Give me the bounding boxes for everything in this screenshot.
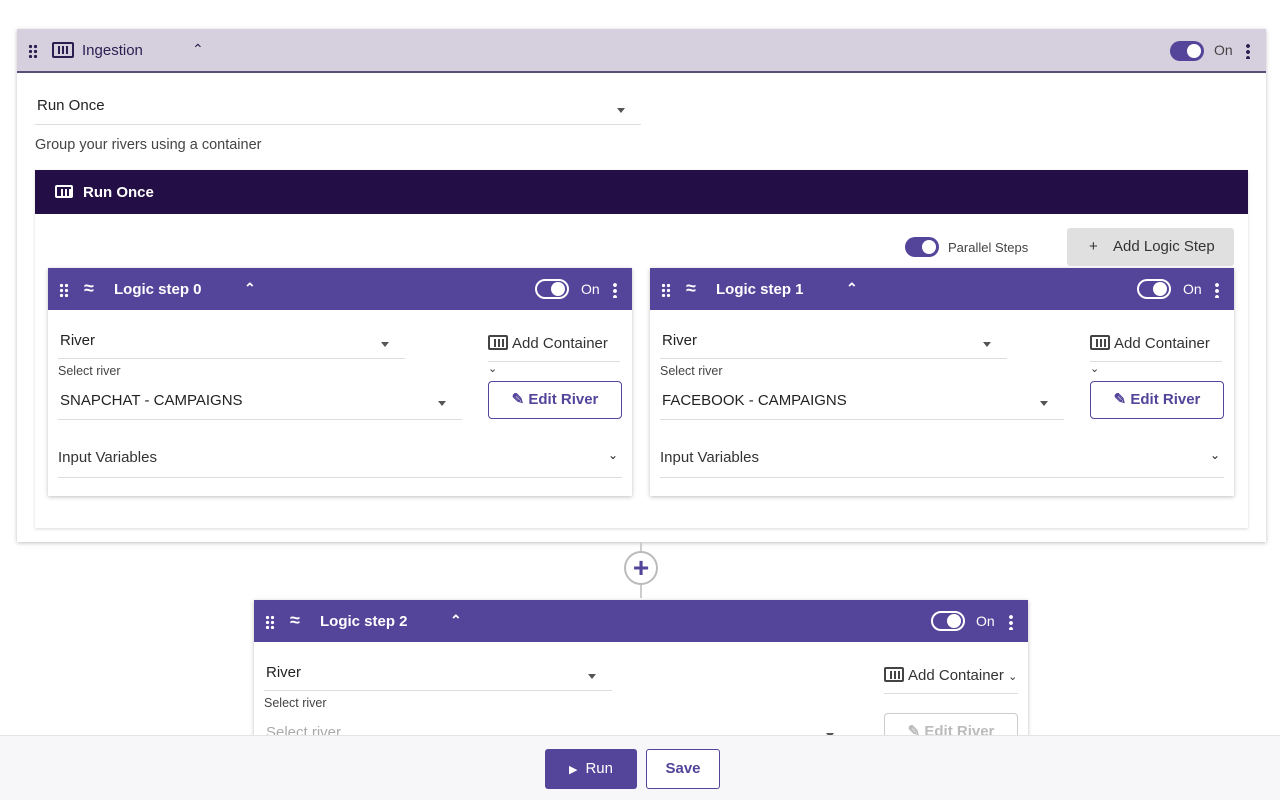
caret-down-icon	[1040, 401, 1048, 406]
step-type-value: River	[266, 664, 302, 681]
ingestion-header: Ingestion ⌃ On	[17, 29, 1266, 73]
pencil-icon: ✎	[511, 391, 525, 408]
add-step-plus-button[interactable]: +	[624, 551, 658, 585]
step-type-select[interactable]: River	[58, 325, 405, 359]
edit-river-button[interactable]: ✎ Edit River	[1090, 381, 1224, 419]
waves-icon: ≈	[84, 278, 94, 298]
more-menu-icon[interactable]	[613, 282, 617, 298]
input-variables-label: Input Variables	[660, 449, 759, 466]
caret-down-icon	[381, 341, 389, 347]
schedule-value: Run Once	[37, 97, 105, 114]
toggle-label: On	[581, 281, 600, 297]
caret-down-icon	[438, 401, 446, 406]
add-logic-step-button[interactable]: + Add Logic Step	[1067, 228, 1234, 266]
logic-step-header: ≈ Logic step 2 ⌃ On	[254, 600, 1028, 642]
more-menu-icon[interactable]	[1009, 614, 1013, 630]
container-icon	[52, 42, 74, 58]
collapse-chevron-icon[interactable]: ⌃	[192, 41, 204, 58]
toggle-label: On	[1214, 42, 1233, 58]
logic-step-title: Logic step 2	[320, 613, 408, 630]
select-river-label: Select river	[264, 696, 327, 710]
chevron-down-icon: ⌄	[1008, 671, 1018, 683]
container-hint: Group your rivers using a container	[35, 137, 262, 153]
add-container-dropdown[interactable]: Add Container ⌄	[1090, 332, 1222, 375]
river-value: SNAPCHAT - CAMPAIGNS	[60, 392, 243, 409]
input-variables-expander[interactable]: Input Variables ⌄	[660, 440, 1224, 478]
edit-river-button[interactable]: ✎ Edit River	[488, 381, 622, 419]
chevron-down-icon: ⌄	[1090, 363, 1100, 375]
add-container-dropdown[interactable]: Add Container ⌄	[884, 664, 1018, 694]
step-type-select[interactable]: River	[264, 657, 612, 691]
container-title: Run Once	[83, 184, 154, 201]
caret-down-icon	[588, 673, 596, 679]
logic-step-card: ≈ Logic step 1 ⌃ On River Add Container …	[650, 268, 1234, 496]
input-variables-label: Input Variables	[58, 449, 157, 466]
waves-icon: ≈	[290, 610, 300, 630]
step-type-value: River	[662, 332, 698, 349]
logic-step-title: Logic step 0	[114, 281, 202, 298]
footer-bar: ▶ Run Save	[0, 735, 1280, 800]
container-icon	[1090, 335, 1110, 350]
collapse-chevron-icon[interactable]: ⌃	[846, 280, 858, 297]
run-button[interactable]: ▶ Run	[545, 749, 637, 789]
add-container-label: Add Container	[1114, 335, 1210, 352]
drag-handle-icon[interactable]	[265, 615, 275, 629]
river-select[interactable]: SNAPCHAT - CAMPAIGNS	[58, 383, 462, 420]
chevron-down-icon: ⌄	[607, 448, 618, 462]
container-icon	[884, 667, 904, 682]
more-menu-icon[interactable]	[1246, 43, 1250, 59]
chevron-down-icon: ⌄	[488, 363, 498, 375]
caret-down-icon	[983, 341, 991, 347]
chevron-down-icon: ⌄	[1209, 448, 1220, 462]
logic-step-title: Logic step 1	[716, 281, 804, 298]
container-icon	[488, 335, 508, 350]
step-toggle[interactable]	[931, 611, 965, 631]
container-header: Run Once	[35, 170, 1248, 214]
step-type-value: River	[60, 332, 96, 349]
ingestion-toggle[interactable]	[1170, 41, 1204, 61]
add-container-label: Add Container	[512, 335, 608, 352]
select-river-label: Select river	[58, 364, 121, 378]
step-toggle[interactable]	[1137, 279, 1171, 299]
parallel-steps-toggle[interactable]	[905, 237, 939, 257]
play-icon: ▶	[569, 764, 578, 776]
select-river-label: Select river	[660, 364, 723, 378]
logic-step-header: ≈ Logic step 0 ⌃ On	[48, 268, 632, 310]
collapse-chevron-icon[interactable]: ⌃	[450, 612, 462, 629]
river-select[interactable]: FACEBOOK - CAMPAIGNS	[660, 383, 1064, 420]
parallel-steps-label: Parallel Steps	[948, 240, 1029, 255]
toggle-label: On	[1183, 281, 1202, 297]
collapse-chevron-icon[interactable]: ⌃	[244, 280, 256, 297]
drag-handle-icon[interactable]	[661, 283, 671, 297]
edit-river-label: Edit River	[528, 391, 599, 408]
run-label: Run	[585, 760, 613, 777]
add-container-label: Add Container	[908, 667, 1004, 684]
toggle-label: On	[976, 613, 995, 629]
logic-step-card: ≈ Logic step 0 ⌃ On River Add Container …	[48, 268, 632, 496]
save-button[interactable]: Save	[646, 749, 720, 789]
ingestion-title: Ingestion	[82, 42, 143, 59]
river-value: FACEBOOK - CAMPAIGNS	[662, 392, 847, 409]
more-menu-icon[interactable]	[1215, 282, 1219, 298]
input-variables-expander[interactable]: Input Variables ⌄	[58, 440, 622, 478]
step-toggle[interactable]	[535, 279, 569, 299]
caret-down-icon	[617, 107, 625, 113]
drag-handle-icon[interactable]	[59, 283, 69, 297]
add-container-dropdown[interactable]: Add Container ⌄	[488, 332, 620, 375]
add-logic-step-label: Add Logic Step	[1113, 238, 1215, 255]
drag-handle-icon[interactable]	[28, 44, 38, 58]
waves-icon: ≈	[686, 278, 696, 298]
plus-icon: +	[1089, 238, 1098, 255]
pencil-icon: ✎	[1113, 391, 1127, 408]
schedule-select[interactable]: Run Once	[35, 91, 641, 125]
container-icon	[55, 185, 73, 198]
edit-river-label: Edit River	[1130, 391, 1201, 408]
step-type-select[interactable]: River	[660, 325, 1007, 359]
logic-step-header: ≈ Logic step 1 ⌃ On	[650, 268, 1234, 310]
